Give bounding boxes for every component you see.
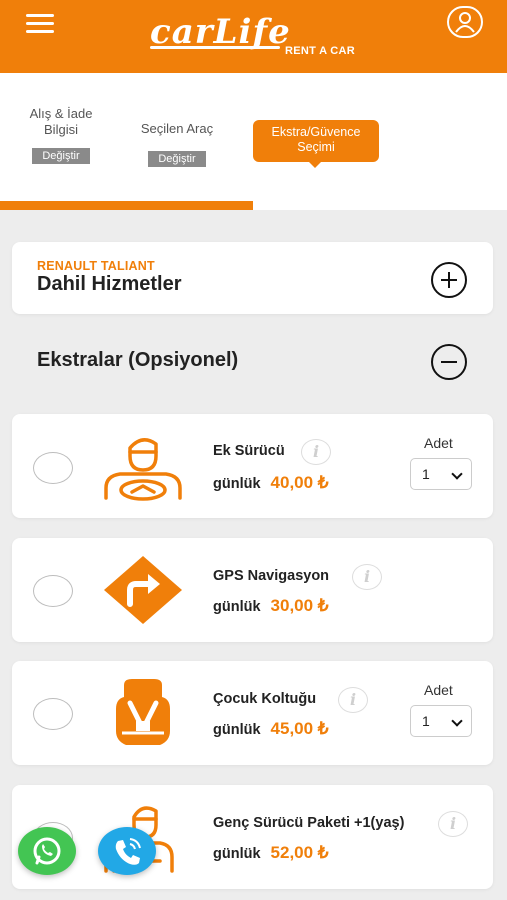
- gps-direction-icon: [100, 552, 186, 628]
- step-label: Seçilen Araç: [140, 121, 214, 136]
- per-day-label: günlük: [213, 476, 261, 492]
- step-label: Bilgisi: [44, 122, 78, 137]
- extra-price: 40,00 ₺: [270, 473, 329, 492]
- info-icon[interactable]: i: [338, 687, 368, 713]
- included-title: Dahil Hizmetler: [37, 273, 182, 295]
- quantity-value: 1: [422, 713, 430, 729]
- quantity-value: 1: [422, 466, 430, 482]
- extra-card-gps: GPS Navigasyon i günlük 30,00 ₺: [12, 538, 493, 642]
- step-active-label: Ekstra/Güvence: [271, 125, 361, 139]
- extras-title: Ekstralar (Opsiyonel): [37, 349, 239, 371]
- extra-name: Ek Sürücü: [213, 443, 285, 459]
- change-pickup-button[interactable]: Değiştir: [32, 148, 90, 164]
- per-day-label: günlük: [213, 722, 261, 738]
- included-header: RENAULT TALIANT Dahil Hizmetler: [37, 259, 181, 296]
- extra-card-young-driver: Genç Sürücü Paketi +1(yaş) i günlük 52,00…: [12, 785, 493, 889]
- chevron-down-icon: [451, 468, 463, 480]
- step-label: Alış & İade: [29, 106, 93, 121]
- info-icon[interactable]: i: [352, 564, 382, 590]
- extra-select-radio[interactable]: [33, 452, 73, 484]
- quantity-select[interactable]: 1: [410, 458, 472, 490]
- step-pickup-return: Alış & İade Bilgisi Değiştir: [20, 106, 102, 164]
- hamburger-icon[interactable]: [26, 14, 54, 36]
- extra-card-child-seat: Çocuk Koltuğu i günlük 45,00 ₺ Adet 1: [12, 661, 493, 765]
- phone-button[interactable]: [98, 827, 156, 875]
- step-selected-car: Seçilen Araç Değiştir: [130, 121, 224, 167]
- phone-icon: [115, 838, 141, 865]
- extra-card-additional-driver: Ek Sürücü i günlük 40,00 ₺ Adet 1: [12, 414, 493, 518]
- info-icon[interactable]: i: [301, 439, 331, 465]
- chevron-down-icon: [451, 715, 463, 727]
- child-seat-icon: [100, 675, 186, 751]
- extra-price: 52,00 ₺: [270, 843, 329, 862]
- brand-logo[interactable]: carLife RENT A CAR: [150, 12, 360, 64]
- extra-price-row: günlük 52,00 ₺: [213, 843, 329, 863]
- step-active-label: Seçimi: [297, 140, 335, 154]
- extra-select-radio[interactable]: [33, 575, 73, 607]
- car-name: RENAULT TALIANT: [37, 259, 155, 273]
- brand-subtitle: RENT A CAR: [285, 45, 356, 57]
- whatsapp-icon: [33, 837, 61, 865]
- quantity-label: Adet: [424, 435, 453, 451]
- per-day-label: günlük: [213, 846, 261, 862]
- quantity-label: Adet: [424, 682, 453, 698]
- driver-icon: [100, 430, 186, 506]
- per-day-label: günlük: [213, 599, 261, 615]
- user-icon[interactable]: [447, 6, 483, 38]
- tab-extras-insurance[interactable]: Ekstra/Güvence Seçimi: [253, 120, 379, 168]
- extra-select-radio[interactable]: [33, 698, 73, 730]
- quantity-select[interactable]: 1: [410, 705, 472, 737]
- brand-swoosh: [150, 46, 280, 49]
- extra-name: Genç Sürücü Paketi +1(yaş): [213, 815, 405, 831]
- whatsapp-button[interactable]: [18, 827, 76, 875]
- extra-price-row: günlük 40,00 ₺: [213, 473, 329, 493]
- extra-price: 45,00 ₺: [270, 719, 329, 738]
- extra-price-row: günlük 30,00 ₺: [213, 596, 329, 616]
- minus-circle-icon[interactable]: [431, 344, 467, 380]
- booking-steps: Alış & İade Bilgisi Değiştir Seçilen Ara…: [0, 73, 507, 210]
- extra-name: GPS Navigasyon: [213, 568, 330, 584]
- app-header: carLife RENT A CAR: [0, 0, 507, 73]
- extra-price-row: günlük 45,00 ₺: [213, 719, 329, 739]
- included-services-card[interactable]: RENAULT TALIANT Dahil Hizmetler: [12, 242, 493, 314]
- extra-name: Çocuk Koltuğu: [213, 691, 317, 707]
- change-car-button[interactable]: Değiştir: [148, 151, 206, 167]
- extra-price: 30,00 ₺: [270, 596, 329, 615]
- info-icon[interactable]: i: [438, 811, 468, 837]
- progress-bar: [0, 201, 253, 210]
- plus-circle-icon[interactable]: [431, 262, 467, 298]
